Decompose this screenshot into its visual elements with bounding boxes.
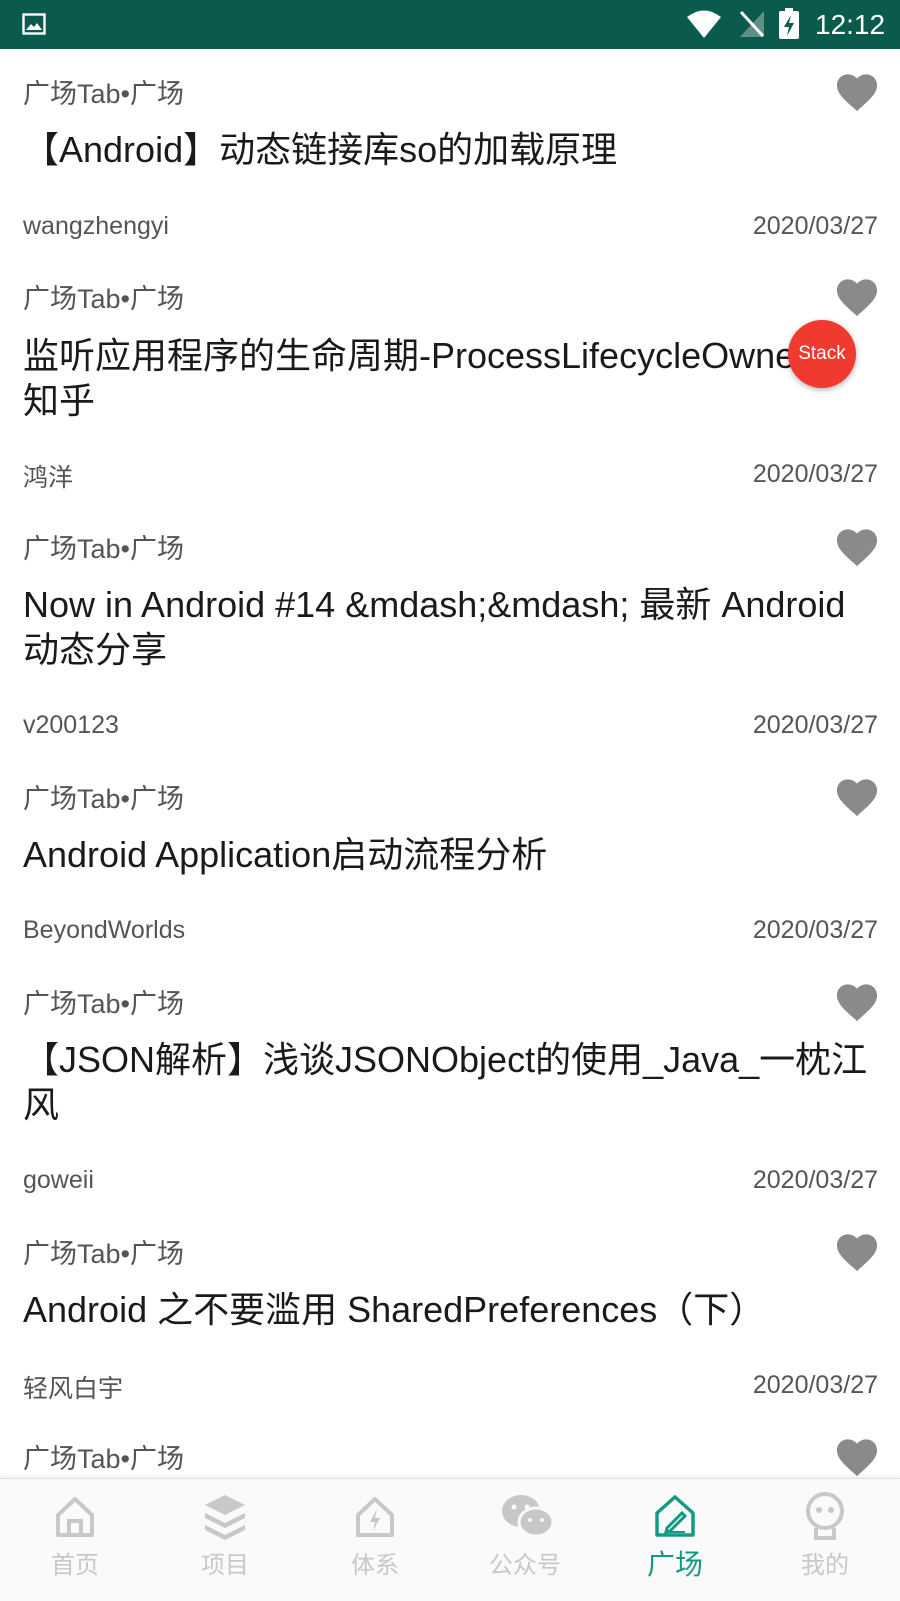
heart-icon[interactable] <box>834 526 880 568</box>
battery-charging-icon <box>779 8 799 39</box>
article-tag: 广场Tab•广场 <box>23 784 184 814</box>
article-tag: 广场Tab•广场 <box>23 79 184 109</box>
heart-icon[interactable] <box>834 276 880 318</box>
system-icon <box>356 1497 394 1537</box>
nav-label: 体系 <box>351 1551 399 1579</box>
layers-icon <box>205 1495 245 1540</box>
stack-floating-button[interactable]: Stack <box>788 320 856 388</box>
nav-item-system[interactable]: 体系 <box>300 1479 450 1601</box>
article-tag: 广场Tab•广场 <box>23 989 184 1019</box>
nav-label: 项目 <box>201 1551 249 1579</box>
nav-label: 广场 <box>646 1548 703 1581</box>
home-icon <box>56 1497 94 1537</box>
article-title[interactable]: Android Application启动流程分析 <box>23 832 873 877</box>
wechat-icon <box>502 1495 555 1538</box>
list-item[interactable]: 广场Tab•广场 Now in Android #14 &mdash;&mdas… <box>0 500 900 750</box>
article-tag: 广场Tab•广场 <box>23 1444 184 1474</box>
article-date: 2020/03/27 <box>752 212 878 240</box>
article-author: 轻风白宇 <box>23 1375 124 1403</box>
profile-icon <box>806 1492 844 1540</box>
article-tag: 广场Tab•广场 <box>23 534 184 564</box>
nav-item-wechat[interactable]: 公众号 <box>450 1479 600 1601</box>
article-date: 2020/03/27 <box>752 711 878 739</box>
article-date: 2020/03/27 <box>752 1371 878 1399</box>
nav-item-home[interactable]: 首页 <box>0 1479 150 1601</box>
article-date: 2020/03/27 <box>752 460 878 488</box>
article-tag: 广场Tab•广场 <box>23 284 184 314</box>
article-date: 2020/03/27 <box>752 916 878 944</box>
article-author: v200123 <box>23 711 119 739</box>
bottom-navigation: 首页 项目 体系 公众号 广场 我的 <box>0 1478 900 1601</box>
heart-icon[interactable] <box>834 1436 880 1478</box>
article-title[interactable]: 【Android】动态链接库so的加载原理 <box>23 127 873 172</box>
nav-label: 公众号 <box>489 1551 561 1579</box>
list-item[interactable]: 广场Tab•广场 【Android】动态链接库so的加载原理 wangzheng… <box>0 49 900 250</box>
list-item[interactable]: 广场Tab•广场 监听应用程序的生命周期-ProcessLifecycleOwn… <box>0 250 900 500</box>
list-item[interactable]: 广场Tab•广场 Android Application启动流程分析 Beyon… <box>0 750 900 955</box>
nav-item-project[interactable]: 项目 <box>150 1479 300 1601</box>
signal-off-icon <box>739 10 765 38</box>
nav-item-square[interactable]: 广场 <box>600 1479 750 1601</box>
gallery-notification-icon <box>22 13 46 35</box>
heart-icon[interactable] <box>834 71 880 113</box>
nav-label: 我的 <box>801 1551 849 1579</box>
nav-label: 首页 <box>51 1551 99 1579</box>
status-bar: 12:12 <box>0 0 900 49</box>
article-author: 鸿洋 <box>23 464 74 492</box>
clock: 12:12 <box>815 9 886 40</box>
list-item[interactable]: 广场Tab•广场 <box>0 1410 900 1478</box>
article-title[interactable]: Android 之不要滥用 SharedPreferences（下） <box>23 1287 873 1332</box>
list-item[interactable]: 广场Tab•广场 【JSON解析】浅谈JSONObject的使用_Java_一枕… <box>0 955 900 1205</box>
article-list[interactable]: 广场Tab•广场 【Android】动态链接库so的加载原理 wangzheng… <box>0 49 900 1478</box>
heart-icon[interactable] <box>834 981 880 1023</box>
article-author: goweii <box>23 1166 94 1194</box>
list-item[interactable]: 广场Tab•广场 Android 之不要滥用 SharedPreferences… <box>0 1205 900 1410</box>
article-title[interactable]: Now in Android #14 &mdash;&mdash; 最新 And… <box>23 582 873 672</box>
article-tag: 广场Tab•广场 <box>23 1239 184 1269</box>
article-author: wangzhengyi <box>23 212 169 240</box>
square-icon <box>655 1495 695 1537</box>
heart-icon[interactable] <box>834 776 880 818</box>
heart-icon[interactable] <box>834 1231 880 1273</box>
article-author: BeyondWorlds <box>23 916 186 944</box>
article-title[interactable]: 【JSON解析】浅谈JSONObject的使用_Java_一枕江风 <box>23 1037 873 1127</box>
article-title[interactable]: 监听应用程序的生命周期-ProcessLifecycleOwner - 知乎 <box>23 333 873 423</box>
article-date: 2020/03/27 <box>752 1166 878 1194</box>
wifi-icon <box>687 10 721 38</box>
nav-item-profile[interactable]: 我的 <box>750 1479 900 1601</box>
